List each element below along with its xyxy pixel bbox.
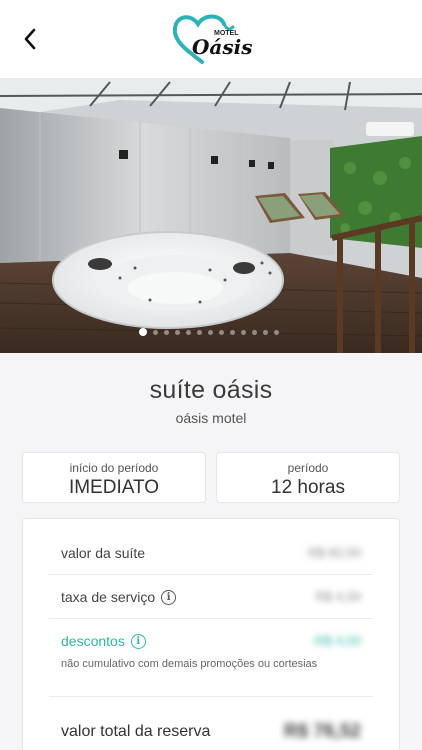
gallery-dot[interactable]	[230, 329, 235, 335]
gallery-dot[interactable]	[208, 329, 213, 335]
gallery-dot[interactable]	[175, 329, 180, 335]
logo-big-text: Oásis	[192, 35, 252, 59]
total-amount: R$ 76,52	[283, 721, 361, 742]
info-icon[interactable]: i	[130, 633, 146, 649]
discounts-amount: -R$ 4,00	[311, 633, 361, 648]
chevron-left-icon	[24, 28, 36, 50]
period-value: 12 horas	[271, 477, 345, 498]
discounts-note: não cumulativo com demais promoções ou c…	[61, 658, 318, 670]
gallery-dot[interactable]	[197, 329, 202, 335]
period-label: período	[287, 461, 329, 475]
period-box[interactable]: período 12 horas	[216, 452, 400, 503]
gallery-dot[interactable]	[153, 329, 158, 335]
period-start-box[interactable]: início do período IMEDIATO	[22, 452, 206, 503]
service-fee-label: taxa de serviço	[61, 589, 156, 605]
back-button[interactable]	[14, 22, 46, 56]
gallery-pagination	[0, 328, 420, 336]
discounts-row: descontos i -R$ 4,00 não cumulativo com …	[49, 619, 373, 697]
gallery-dot[interactable]	[219, 329, 224, 335]
suite-photo-gallery[interactable]	[0, 78, 422, 353]
total-label: valor total da reserva	[61, 723, 211, 740]
gallery-dot[interactable]	[186, 329, 191, 335]
gallery-dot[interactable]	[252, 329, 257, 335]
jacuzzi-suite-photo	[0, 78, 422, 353]
suite-value-amount: R$ 82,00	[308, 545, 361, 560]
gallery-dot[interactable]	[164, 329, 169, 335]
gallery-dot-active[interactable]	[139, 328, 147, 336]
suite-value-label: valor da suíte	[61, 545, 146, 561]
suite-value-row: valor da suíte R$ 82,00	[49, 531, 373, 575]
reservation-summary-card: valor da suíte R$ 82,00 taxa de serviço …	[22, 518, 400, 750]
motel-oasis-logo: MOTEL Oásis	[170, 10, 253, 66]
period-start-label: início do período	[69, 461, 159, 475]
gallery-dot[interactable]	[263, 329, 268, 335]
service-fee-amount: R$ 4,00	[315, 589, 361, 604]
info-icon[interactable]: i	[161, 589, 177, 605]
discounts-label: descontos	[61, 633, 125, 649]
gallery-dot[interactable]	[274, 329, 279, 335]
top-bar: MOTEL Oásis	[0, 0, 422, 78]
service-fee-row: taxa de serviço i R$ 4,00	[49, 575, 373, 619]
period-start-value: IMEDIATO	[68, 477, 160, 498]
gallery-dot[interactable]	[241, 329, 246, 335]
suite-name: suíte oásis	[149, 376, 273, 404]
motel-name: oásis motel	[175, 410, 247, 426]
